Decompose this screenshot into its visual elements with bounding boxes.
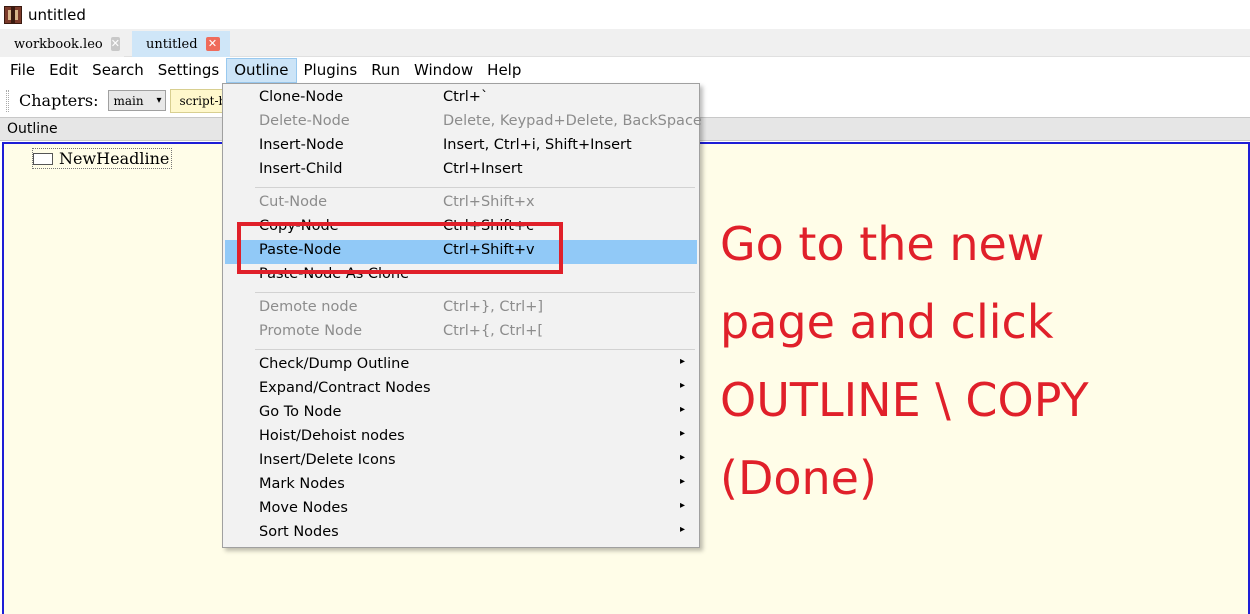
menu-item-expand-contract-nodes[interactable]: Expand/Contract Nodes ▸ bbox=[225, 378, 697, 402]
menu-item-cut-node[interactable]: Cut-Node Ctrl+Shift+x bbox=[225, 192, 697, 216]
chapters-label: Chapters: bbox=[19, 91, 99, 110]
menu-separator bbox=[255, 187, 695, 188]
annotation-line: OUTLINE \ COPY bbox=[720, 373, 1089, 427]
menu-item-label: Expand/Contract Nodes bbox=[259, 380, 431, 396]
outline-menu-dropdown: Clone-Node Ctrl+` Delete-Node Delete, Ke… bbox=[222, 83, 702, 548]
menu-item-move-nodes[interactable]: Move Nodes ▸ bbox=[225, 498, 697, 522]
menu-item-shortcut: Insert, Ctrl+i, Shift+Insert bbox=[443, 137, 632, 153]
menu-item-label: Check/Dump Outline bbox=[259, 356, 410, 372]
menu-item-delete-node[interactable]: Delete-Node Delete, Keypad+Delete, BackS… bbox=[225, 111, 702, 135]
menu-search[interactable]: Search bbox=[85, 58, 151, 83]
outline-node[interactable]: NewHeadline bbox=[32, 148, 173, 169]
menu-item-label: Insert-Node bbox=[259, 137, 344, 153]
menu-item-label: Insert-Child bbox=[259, 161, 343, 177]
close-icon[interactable]: ✕ bbox=[110, 37, 120, 51]
menu-item-label: Sort Nodes bbox=[259, 524, 339, 540]
leo-app-icon bbox=[4, 5, 22, 24]
menu-edit[interactable]: Edit bbox=[42, 58, 85, 83]
tab-bar: workbook.leo ✕ untitled ✕ bbox=[0, 29, 1250, 57]
toolbar-grip-handle[interactable] bbox=[6, 89, 9, 112]
menu-file[interactable]: File bbox=[3, 58, 42, 83]
submenu-arrow-icon: ▸ bbox=[679, 476, 685, 487]
menu-settings[interactable]: Settings bbox=[151, 58, 227, 83]
chapter-select[interactable]: main ▾ bbox=[108, 90, 167, 111]
chapter-select-value: main bbox=[113, 93, 144, 108]
menu-separator bbox=[255, 349, 695, 350]
menu-item-shortcut: Ctrl+` bbox=[443, 89, 489, 105]
submenu-arrow-icon: ▸ bbox=[679, 404, 685, 415]
title-bar: untitled bbox=[0, 0, 1250, 29]
tab-label: untitled bbox=[146, 36, 198, 52]
menu-item-shortcut: Delete, Keypad+Delete, BackSpace bbox=[443, 113, 702, 129]
instruction-annotation: Go to the new page and click OUTLINE \ C… bbox=[720, 205, 1240, 517]
annotation-line: Go to the new bbox=[720, 217, 1045, 271]
menu-help[interactable]: Help bbox=[480, 58, 528, 83]
menu-bar: File Edit Search Settings Outline Plugin… bbox=[0, 57, 1250, 84]
close-icon[interactable]: ✕ bbox=[205, 37, 220, 51]
submenu-arrow-icon: ▸ bbox=[679, 524, 685, 535]
tab-label: workbook.leo bbox=[14, 36, 103, 52]
menu-outline[interactable]: Outline bbox=[226, 58, 297, 83]
tab-untitled[interactable]: untitled ✕ bbox=[132, 31, 230, 57]
menu-item-label: Go To Node bbox=[259, 404, 342, 420]
tab-workbook[interactable]: workbook.leo ✕ bbox=[0, 31, 124, 57]
menu-window[interactable]: Window bbox=[407, 58, 480, 83]
node-icon bbox=[33, 152, 53, 165]
menu-item-label: Demote node bbox=[259, 299, 358, 315]
menu-item-check-dump-outline[interactable]: Check/Dump Outline ▸ bbox=[225, 354, 697, 378]
menu-item-clone-node[interactable]: Clone-Node Ctrl+` bbox=[225, 87, 697, 111]
submenu-arrow-icon: ▸ bbox=[679, 380, 685, 391]
menu-item-insert-delete-icons[interactable]: Insert/Delete Icons ▸ bbox=[225, 450, 697, 474]
menu-item-hoist-dehoist-nodes[interactable]: Hoist/Dehoist nodes ▸ bbox=[225, 426, 697, 450]
menu-item-shortcut: Ctrl+{, Ctrl+[ bbox=[443, 323, 543, 339]
menu-item-insert-child[interactable]: Insert-Child Ctrl+Insert bbox=[225, 159, 697, 183]
menu-plugins[interactable]: Plugins bbox=[297, 58, 365, 83]
menu-item-shortcut: Ctrl+Insert bbox=[443, 161, 523, 177]
menu-item-sort-nodes[interactable]: Sort Nodes ▸ bbox=[225, 522, 697, 546]
menu-item-label: Cut-Node bbox=[259, 194, 328, 210]
submenu-arrow-icon: ▸ bbox=[679, 500, 685, 511]
submenu-arrow-icon: ▸ bbox=[679, 356, 685, 367]
submenu-arrow-icon: ▸ bbox=[679, 452, 685, 463]
menu-item-label: Move Nodes bbox=[259, 500, 348, 516]
highlight-annotation-box bbox=[237, 222, 563, 274]
menu-item-insert-node[interactable]: Insert-Node Insert, Ctrl+i, Shift+Insert bbox=[225, 135, 697, 159]
window-title: untitled bbox=[28, 5, 86, 24]
menu-item-label: Mark Nodes bbox=[259, 476, 345, 492]
menu-item-label: Promote Node bbox=[259, 323, 363, 339]
annotation-line: page and click bbox=[720, 295, 1054, 349]
menu-item-label: Delete-Node bbox=[259, 113, 350, 129]
menu-item-demote-node[interactable]: Demote node Ctrl+}, Ctrl+] bbox=[225, 297, 697, 321]
menu-run[interactable]: Run bbox=[364, 58, 407, 83]
menu-item-shortcut: Ctrl+Shift+x bbox=[443, 194, 535, 210]
menu-item-label: Hoist/Dehoist nodes bbox=[259, 428, 405, 444]
menu-item-label: Clone-Node bbox=[259, 89, 344, 105]
chevron-down-icon: ▾ bbox=[156, 95, 162, 106]
menu-item-go-to-node[interactable]: Go To Node ▸ bbox=[225, 402, 697, 426]
menu-item-mark-nodes[interactable]: Mark Nodes ▸ bbox=[225, 474, 697, 498]
menu-item-promote-node[interactable]: Promote Node Ctrl+{, Ctrl+[ bbox=[225, 321, 697, 345]
submenu-arrow-icon: ▸ bbox=[679, 428, 685, 439]
menu-separator bbox=[255, 292, 695, 293]
menu-item-label: Insert/Delete Icons bbox=[259, 452, 396, 468]
node-headline[interactable]: NewHeadline bbox=[59, 149, 169, 168]
menu-item-shortcut: Ctrl+}, Ctrl+] bbox=[443, 299, 543, 315]
annotation-line: (Done) bbox=[720, 451, 877, 505]
